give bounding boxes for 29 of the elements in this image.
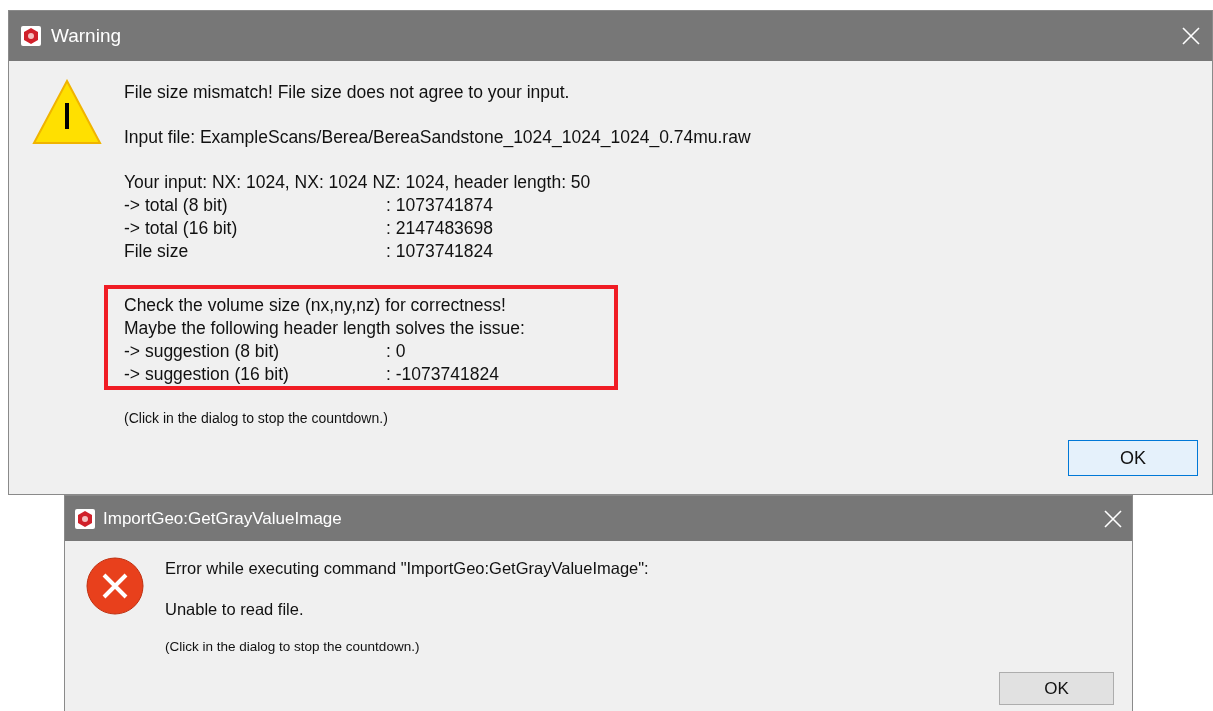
field-value: : 2147483698 xyxy=(386,217,495,240)
ok-button[interactable]: OK xyxy=(999,672,1114,705)
error-message: Error while executing command "ImportGeo:GetGrayValueImage": xyxy=(165,558,649,579)
field-label: -> total (8 bit) xyxy=(124,194,229,217)
error-detail: Unable to read file. xyxy=(165,599,305,620)
window-title: ImportGeo:GetGrayValueImage xyxy=(103,508,343,529)
warning-icon xyxy=(31,79,102,145)
app-logo-icon xyxy=(21,26,41,46)
field-value: : -1073741824 xyxy=(386,363,500,386)
field-label: -> total (16 bit) xyxy=(124,217,239,240)
app-logo-icon xyxy=(75,508,95,529)
field-label: -> suggestion (16 bit) xyxy=(124,363,290,386)
message-text: Maybe the following header length solves the issue: xyxy=(124,317,526,340)
field-value: : 1073741824 xyxy=(386,240,495,263)
message-text: Input file: ExampleScans/Berea/BereaSandstone_1024_1024_1024_0.74mu.raw xyxy=(124,126,751,149)
window-title: Warning xyxy=(51,25,123,47)
close-icon[interactable] xyxy=(1182,27,1200,45)
message-text: Your input: NX: 1024, NX: 1024 NZ: 1024, header length: 50 xyxy=(124,171,592,194)
countdown-note: (Click in the dialog to stop the countdown.) xyxy=(124,410,389,426)
field-value: : 1073741874 xyxy=(386,194,495,217)
close-icon[interactable] xyxy=(1104,509,1122,528)
message-text: File size mismatch! File size does not agree to your input. xyxy=(124,81,571,104)
error-icon xyxy=(86,557,144,615)
field-label: File size xyxy=(124,240,190,263)
message-text: Check the volume size (nx,ny,nz) for correctness! xyxy=(124,294,507,317)
ok-button[interactable]: OK xyxy=(1068,440,1198,476)
field-value: : 0 xyxy=(386,340,407,363)
countdown-note: (Click in the dialog to stop the countdown.) xyxy=(165,639,421,654)
field-label: -> suggestion (8 bit) xyxy=(124,340,281,363)
